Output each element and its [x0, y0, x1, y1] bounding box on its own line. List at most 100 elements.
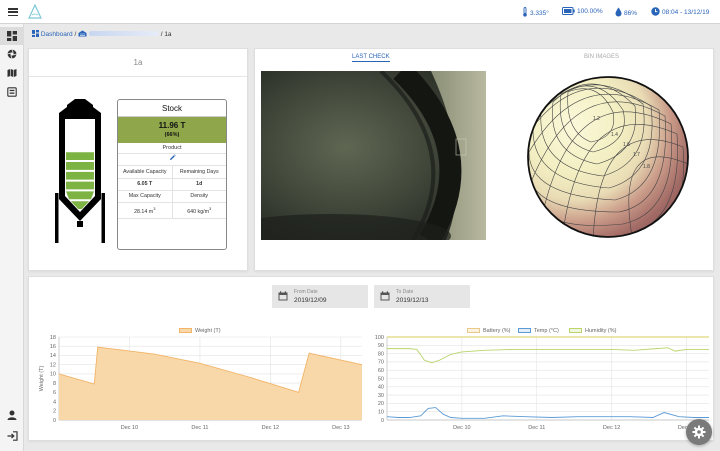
user-icon — [7, 410, 17, 420]
product-label: Product — [118, 143, 226, 154]
max-capacity-value: 28.14 m3 — [118, 202, 172, 219]
from-date-label: From Date — [294, 289, 318, 295]
hamburger-menu-icon[interactable] — [8, 8, 18, 17]
bin-camera-image[interactable] — [261, 71, 486, 240]
svg-text:1.8: 1.8 — [643, 164, 650, 170]
map-icon — [7, 69, 17, 77]
clock-icon — [651, 7, 660, 16]
battery-icon — [562, 7, 575, 15]
stock-details-table: Available Capacity Remaining Days 6.05 T… — [118, 166, 226, 219]
legend-weight-swatch — [179, 328, 192, 333]
edit-product-button[interactable] — [118, 154, 226, 166]
sidebar-item-map[interactable] — [0, 64, 24, 82]
series-area — [59, 347, 362, 420]
tab-last-check[interactable]: LAST CHECK — [352, 54, 390, 62]
battery-status: 100.00% — [562, 7, 603, 15]
legend-temp-label: Temp (°C) — [534, 328, 559, 334]
x-tick-label: Dec 11 — [191, 425, 208, 431]
breadcrumb-dashboard-link[interactable]: Dashboard — [41, 31, 73, 38]
temperature-status: 3.335° — [522, 7, 549, 17]
y-tick-label: 80 — [378, 351, 384, 357]
sidebar — [0, 24, 24, 451]
legend-temp[interactable]: Temp (°C) — [518, 328, 559, 334]
max-capacity-label: Max Capacity — [118, 190, 172, 203]
sidebar-item-profile[interactable] — [0, 406, 24, 424]
y-tick-label: 10 — [50, 372, 56, 378]
density-value: 640 kg/m3 — [171, 202, 226, 219]
sidebar-item-logout[interactable] — [0, 427, 24, 445]
series-line — [386, 407, 709, 419]
x-tick-label: Dec 12 — [262, 425, 279, 431]
y-axis-label: Weight (T) — [39, 366, 45, 392]
gear-icon — [692, 425, 706, 439]
y-tick-label: 100 — [375, 335, 384, 341]
temperature-value: 3.335° — [530, 10, 549, 17]
sidebar-item-dashboard[interactable] — [0, 27, 24, 45]
bin-images-card: LAST CHECK BIN IMAGES 1.2 1.4 1.6 1.7 1.… — [254, 48, 714, 271]
available-capacity-value: 6.05 T — [118, 178, 172, 191]
y-tick-label: 30 — [378, 393, 384, 399]
to-date-value: 2019/12/13 — [396, 297, 429, 304]
y-tick-label: 40 — [378, 385, 384, 391]
y-tick-label: 14 — [50, 353, 56, 359]
available-capacity-label: Available Capacity — [118, 166, 172, 179]
x-tick-label: Dec 13 — [332, 425, 349, 431]
from-date-picker[interactable]: From Date 2019/12/09 — [272, 285, 368, 308]
y-tick-label: 60 — [378, 368, 384, 374]
humidity-value: 86% — [624, 10, 638, 17]
image-tabs: LAST CHECK BIN IMAGES — [255, 49, 713, 65]
legend-weight[interactable]: Weight (T) — [179, 328, 221, 334]
remaining-days-value: 1d — [171, 178, 226, 191]
y-tick-label: 16 — [50, 344, 56, 350]
y-tick-label: 20 — [378, 401, 384, 407]
silo-fill-band — [66, 162, 94, 170]
svg-text:1.6: 1.6 — [623, 142, 630, 148]
density-label: Density — [171, 190, 226, 203]
legend-battery-swatch — [467, 328, 480, 333]
legend-humidity[interactable]: Humidity (%) — [569, 328, 616, 334]
water-drop-icon — [615, 7, 622, 17]
y-tick-label: 4 — [53, 399, 56, 405]
y-tick-label: 70 — [378, 360, 384, 366]
y-tick-label: 0 — [381, 418, 384, 424]
legend-battery[interactable]: Battery (%) — [467, 328, 511, 334]
sign-in-icon — [7, 431, 18, 441]
silo-level-illustration — [55, 99, 105, 243]
y-tick-label: 50 — [378, 376, 384, 382]
y-tick-label: 6 — [53, 390, 56, 396]
top-bar: 3.335° 100.00% 86% 08:04 - 13/12/19 — [0, 0, 720, 24]
sidebar-item-reports[interactable] — [0, 83, 24, 101]
bin-surface-heatmap[interactable]: 1.2 1.4 1.6 1.7 1.8 — [523, 72, 693, 242]
remaining-days-label: Remaining Days — [171, 166, 226, 179]
legend-battery-label: Battery (%) — [483, 328, 511, 334]
y-tick-label: 18 — [50, 335, 56, 341]
dashboard-icon — [7, 31, 17, 41]
humidity-status: 86% — [615, 7, 637, 17]
app-logo-icon[interactable] — [28, 3, 42, 22]
breadcrumb-separator: / — [74, 31, 77, 38]
tab-bin-images[interactable]: BIN IMAGES — [584, 54, 619, 60]
thermometer-icon — [523, 7, 527, 17]
x-tick-label: Dec 10 — [453, 425, 470, 431]
breadcrumb-site-name-redacted[interactable] — [88, 31, 159, 36]
series-line — [387, 347, 709, 364]
pencil-icon — [169, 154, 176, 160]
legend-humidity-swatch — [569, 328, 582, 333]
stock-percent: (66%) — [164, 132, 180, 138]
silo-title: 1a — [29, 49, 247, 77]
settings-fab-button[interactable] — [686, 419, 712, 445]
sidebar-item-sensors[interactable] — [0, 45, 24, 63]
list-card-icon — [7, 87, 17, 97]
from-date-value: 2019/12/09 — [294, 297, 327, 304]
breadcrumb-separator: / — [160, 31, 163, 38]
history-charts-card: From Date 2019/12/09 To Date 2019/12/13 … — [28, 276, 714, 441]
battery-value: 100.00% — [577, 8, 603, 15]
y-tick-label: 0 — [53, 418, 56, 424]
x-tick-label: Dec 12 — [603, 425, 620, 431]
svg-text:1.7: 1.7 — [633, 152, 640, 158]
aperture-icon — [7, 49, 17, 59]
stock-amount: 11.96 T — [158, 121, 186, 130]
to-date-picker[interactable]: To Date 2019/12/13 — [374, 285, 470, 308]
silo-fill-band — [66, 191, 94, 200]
x-tick-label: Dec 10 — [121, 425, 138, 431]
